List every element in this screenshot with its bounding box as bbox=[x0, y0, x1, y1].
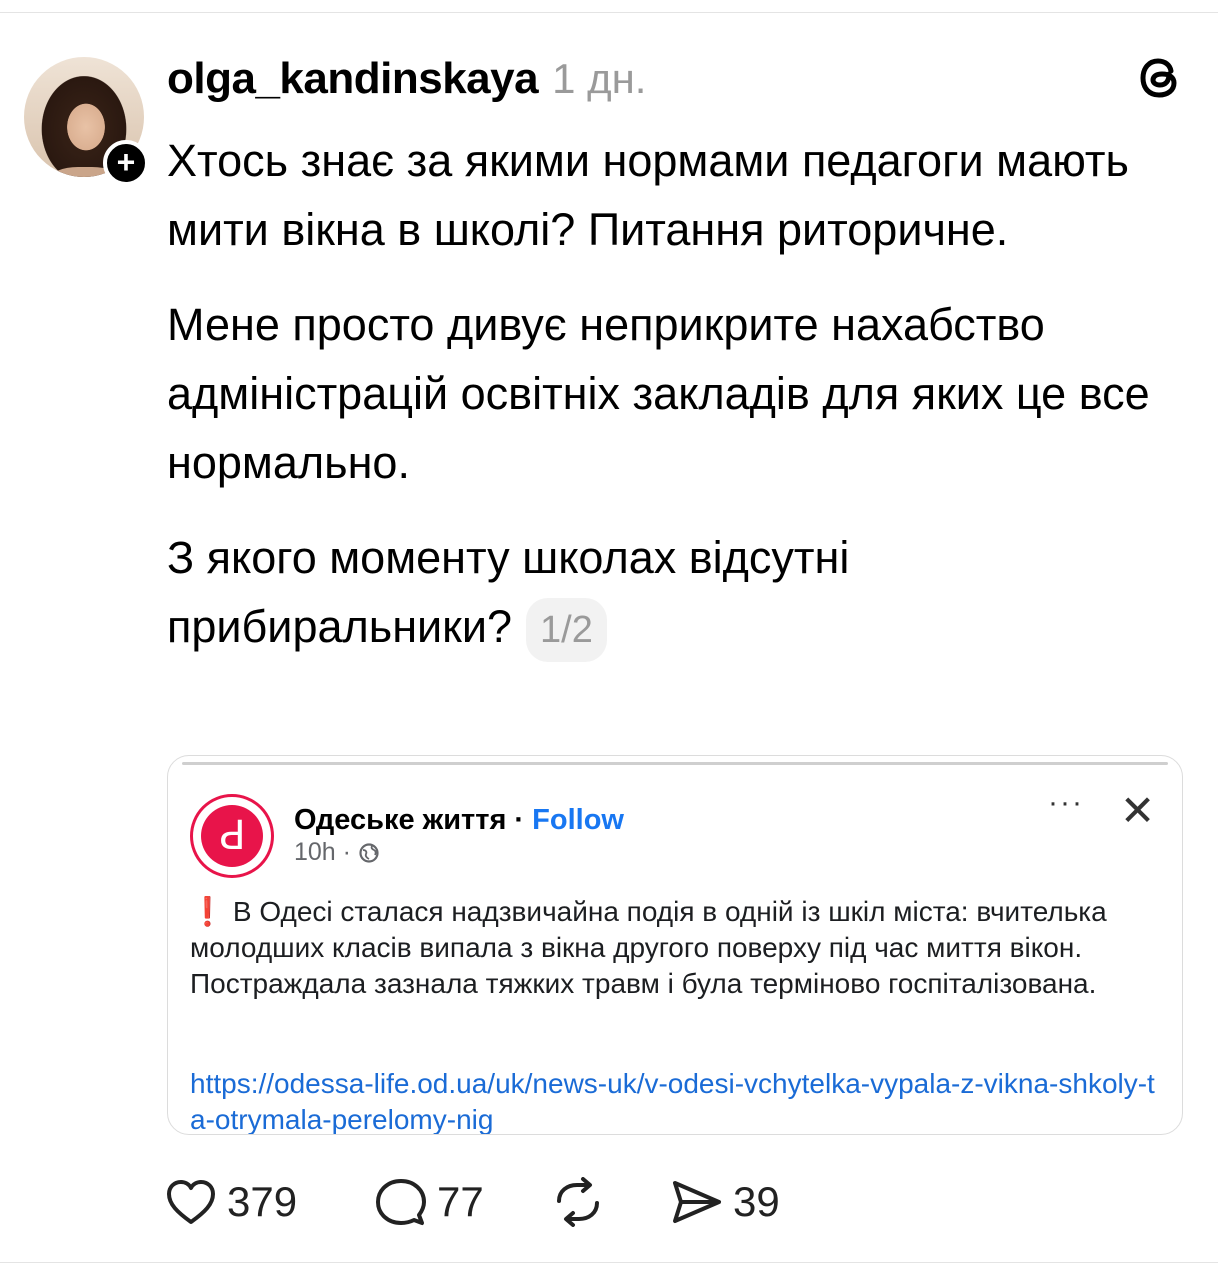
share-count: 39 bbox=[733, 1178, 780, 1225]
exclamation-icon: ❗ bbox=[190, 896, 225, 927]
embed-more-icon: ··· bbox=[1048, 786, 1084, 819]
post-timestamp[interactable]: 1 дн. bbox=[552, 55, 646, 103]
embed-separator: · bbox=[506, 804, 533, 836]
top-divider bbox=[0, 0, 1218, 13]
embed-time: 10h · bbox=[294, 838, 358, 866]
reply-count: 77 bbox=[437, 1178, 484, 1225]
like-count: 379 bbox=[227, 1178, 298, 1225]
follow-plus-button[interactable]: + bbox=[103, 140, 149, 186]
share-button[interactable]: 39 bbox=[669, 1172, 780, 1232]
repost-button[interactable] bbox=[551, 1172, 605, 1232]
page-logo: Ԁ bbox=[190, 794, 274, 878]
post-header: olga_kandinskaya 1 дн. bbox=[167, 54, 646, 114]
embed-page-line: Одеське життя · Follow bbox=[294, 804, 624, 837]
page-logo-letter: Ԁ bbox=[201, 805, 263, 867]
embed-meta: 10h · bbox=[294, 838, 380, 867]
post-paragraph-2: Мене просто дивує неприкрите нахабство а… bbox=[167, 299, 1150, 488]
repost-icon bbox=[557, 1177, 599, 1227]
threads-icon[interactable] bbox=[1134, 51, 1186, 103]
embed-link: https://odessa-life.od.ua/uk/news-uk/v-o… bbox=[190, 1068, 1155, 1135]
embed-close-icon: ✕ bbox=[1120, 787, 1156, 834]
post-paragraph-3-text: З якого моменту школах відсутні прибирал… bbox=[167, 532, 850, 652]
embedded-screenshot[interactable]: Ԁ Одеське життя · Follow 10h · ··· ✕ ❗ В … bbox=[167, 755, 1183, 1135]
bottom-divider bbox=[0, 1262, 1218, 1263]
embed-follow-link: Follow bbox=[532, 804, 624, 836]
heart-icon bbox=[167, 1180, 215, 1224]
embed-top-line bbox=[182, 762, 1168, 765]
like-button[interactable]: 379 bbox=[165, 1172, 297, 1232]
post-paragraph-3: З якого моменту школах відсутні прибирал… bbox=[167, 523, 1177, 663]
page-indicator-badge: 1/2 bbox=[526, 598, 607, 663]
embed-page-name: Одеське життя bbox=[294, 804, 507, 836]
post-body: Хтось знає за якими нормами педагоги маю… bbox=[167, 126, 1177, 688]
reply-button[interactable]: 77 bbox=[375, 1172, 484, 1232]
comment-icon bbox=[376, 1179, 426, 1225]
post-paragraph-1: Хтось знає за якими нормами педагоги маю… bbox=[167, 135, 1129, 255]
globe-icon bbox=[359, 843, 379, 863]
embed-text: ❗ В Одесі сталася надзвичайна подія в одн… bbox=[190, 894, 1160, 1002]
action-bar: 379 77 39 bbox=[165, 1172, 865, 1232]
embed-text-body: В Одесі сталася надзвичайна подія в одні… bbox=[190, 896, 1107, 999]
share-icon bbox=[673, 1181, 721, 1223]
username-link[interactable]: olga_kandinskaya bbox=[167, 54, 539, 104]
